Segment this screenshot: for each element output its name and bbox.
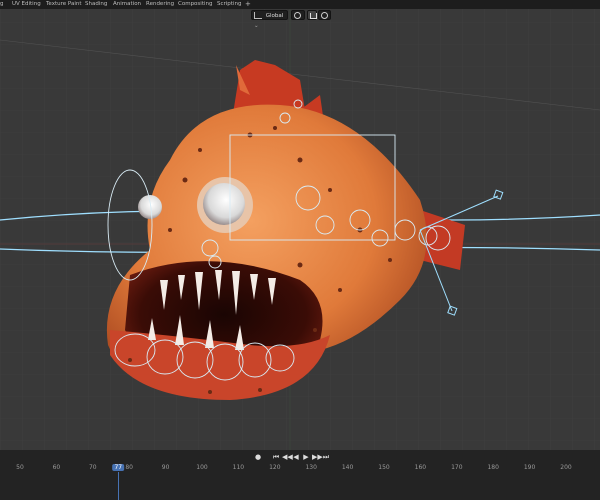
playhead-line <box>118 472 120 500</box>
jump-keyframe-back-button[interactable]: ◀◀ <box>282 453 293 461</box>
tab-animation[interactable]: Animation <box>113 0 141 9</box>
pivot-point-dropdown[interactable] <box>291 10 305 20</box>
axes-icon <box>254 12 262 19</box>
frame-label: 140 <box>341 464 354 471</box>
viewport-canvas <box>0 9 600 450</box>
magnet-icon <box>310 12 317 19</box>
add-workspace-button[interactable]: + <box>245 0 251 9</box>
frame-label: 150 <box>378 464 390 471</box>
play-reverse-button[interactable]: ◀ <box>292 453 300 461</box>
viewport-header: Global ⌄ <box>0 9 600 29</box>
frame-label: 70 <box>88 464 97 471</box>
jump-start-button[interactable]: ⏮ <box>272 453 280 461</box>
workspace-tab-bar: g UV Editing Texture Paint Shading Anima… <box>0 0 600 9</box>
tab-texture-paint[interactable]: Texture Paint <box>46 0 82 9</box>
frame-label: 50 <box>16 464 24 471</box>
tab-partial[interactable]: g <box>0 0 4 9</box>
current-frame-indicator[interactable]: 77 <box>112 464 125 471</box>
play-button[interactable]: ▶ <box>302 453 310 461</box>
tab-rendering[interactable]: Rendering <box>146 0 174 9</box>
tab-compositing[interactable]: Compositing <box>178 0 212 9</box>
proportional-editing-dropdown[interactable] <box>318 10 331 20</box>
frame-label: 120 <box>269 464 281 471</box>
transform-orientation-dropdown[interactable]: Global ⌄ <box>251 10 288 29</box>
tab-uv-editing[interactable]: UV Editing <box>12 0 41 9</box>
record-button[interactable]: ● <box>254 453 262 461</box>
frame-label: 190 <box>523 464 536 471</box>
timeline-panel[interactable] <box>0 450 600 500</box>
frame-label: 110 <box>232 464 245 471</box>
jump-keyframe-forward-button[interactable]: ▶▶ <box>312 453 323 461</box>
snap-toggle[interactable] <box>307 10 317 20</box>
frame-label: 130 <box>305 464 317 471</box>
link-icon <box>294 12 301 19</box>
chevron-down-icon: ⌄ <box>254 23 259 29</box>
orientation-label: Global <box>265 13 284 19</box>
tab-scripting[interactable]: Scripting <box>217 0 241 9</box>
eye-far <box>138 195 162 219</box>
frame-label: 160 <box>414 464 427 471</box>
frame-label: 200 <box>560 464 572 471</box>
tab-shading[interactable]: Shading <box>85 0 107 9</box>
3d-viewport[interactable] <box>0 9 600 450</box>
frame-label: 60 <box>52 464 61 471</box>
jump-end-button[interactable]: ⏭ <box>322 453 330 461</box>
frame-label: 170 <box>451 464 463 471</box>
eye-ball <box>203 183 245 225</box>
circle-icon <box>321 12 328 19</box>
frame-label: 100 <box>196 464 208 471</box>
frame-label: 180 <box>487 464 499 471</box>
frame-label: 90 <box>161 464 170 471</box>
frame-label: 80 <box>125 464 134 471</box>
